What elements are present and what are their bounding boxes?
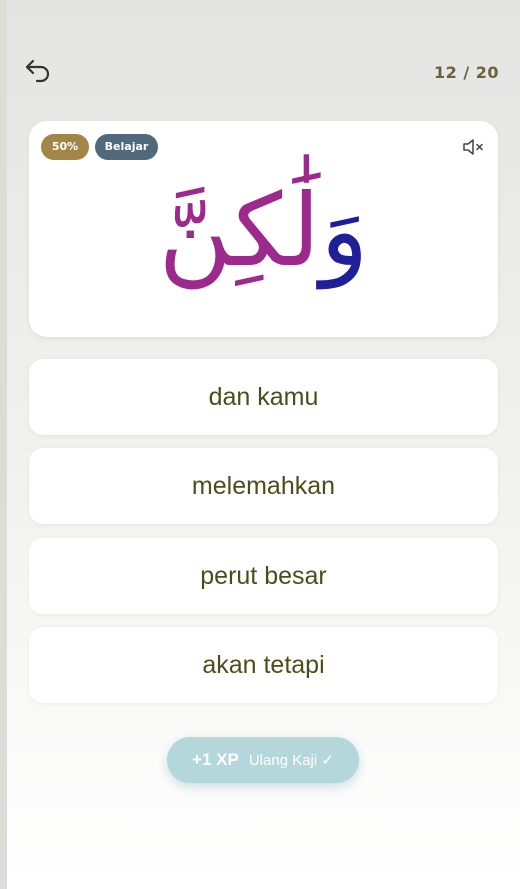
arabic-root: لَٰكِنَّ bbox=[158, 172, 321, 289]
progress-counter: 12 / 20 bbox=[433, 63, 499, 82]
answer-option-3[interactable]: perut besar bbox=[29, 538, 498, 614]
arabic-word: وَلَٰكِنَّ bbox=[29, 151, 498, 311]
back-button[interactable] bbox=[22, 56, 56, 86]
answer-option-4[interactable]: akan tetapi bbox=[29, 627, 498, 703]
arabic-prefix: وَ bbox=[320, 172, 369, 289]
word-card: 50% Belajar وَلَٰكِنَّ bbox=[29, 121, 498, 337]
top-bar: 12 / 20 bbox=[0, 0, 520, 140]
undo-arrow-icon bbox=[25, 59, 50, 83]
xp-reward: +1 XP bbox=[192, 750, 239, 769]
answer-option-1[interactable]: dan kamu bbox=[29, 359, 498, 435]
answer-option-2[interactable]: melemahkan bbox=[29, 448, 498, 524]
review-label: Ulang Kaji ✓ bbox=[248, 752, 334, 769]
review-button[interactable]: +1 XP Ulang Kaji ✓ bbox=[167, 737, 359, 783]
